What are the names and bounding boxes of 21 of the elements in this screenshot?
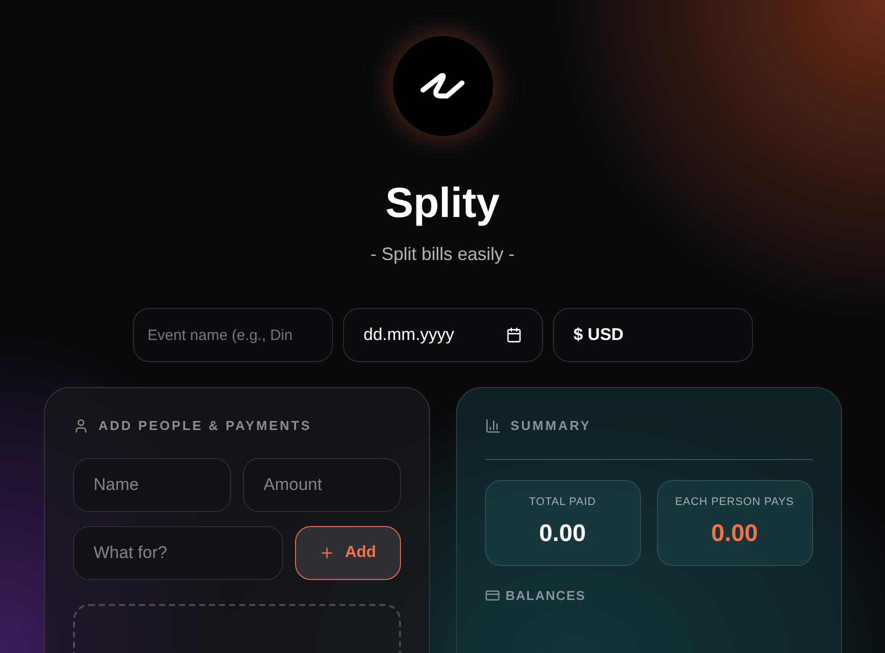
- amount-field[interactable]: Amount: [242, 458, 400, 512]
- add-button[interactable]: Add: [294, 526, 400, 580]
- description-field[interactable]: What for?: [72, 526, 282, 580]
- date-field[interactable]: dd.mm.yyyy: [342, 308, 542, 362]
- plus-icon: [318, 545, 335, 561]
- calendar-icon: [506, 327, 522, 343]
- bar-chart-icon: [484, 418, 500, 434]
- panel-title: SUMMARY: [510, 417, 592, 436]
- person-icon: [72, 418, 88, 434]
- card-icon: [484, 588, 500, 604]
- section-title: BALANCES: [506, 587, 586, 605]
- panel-title: ADD PEOPLE & PAYMENTS: [98, 417, 312, 436]
- stat-label: EACH PERSON PAYS: [675, 494, 794, 510]
- tagline: - Split bills easily -: [370, 243, 515, 266]
- currency-select[interactable]: $ USD: [552, 308, 752, 362]
- stat-value: 0.00: [711, 519, 758, 550]
- stat-value: 0.00: [539, 519, 586, 550]
- stat-label: TOTAL PAID: [529, 494, 596, 510]
- app-title: Splity: [385, 178, 500, 228]
- name-field[interactable]: Name: [72, 458, 230, 512]
- event-name-field[interactable]: Event name (e.g., Din: [132, 308, 332, 362]
